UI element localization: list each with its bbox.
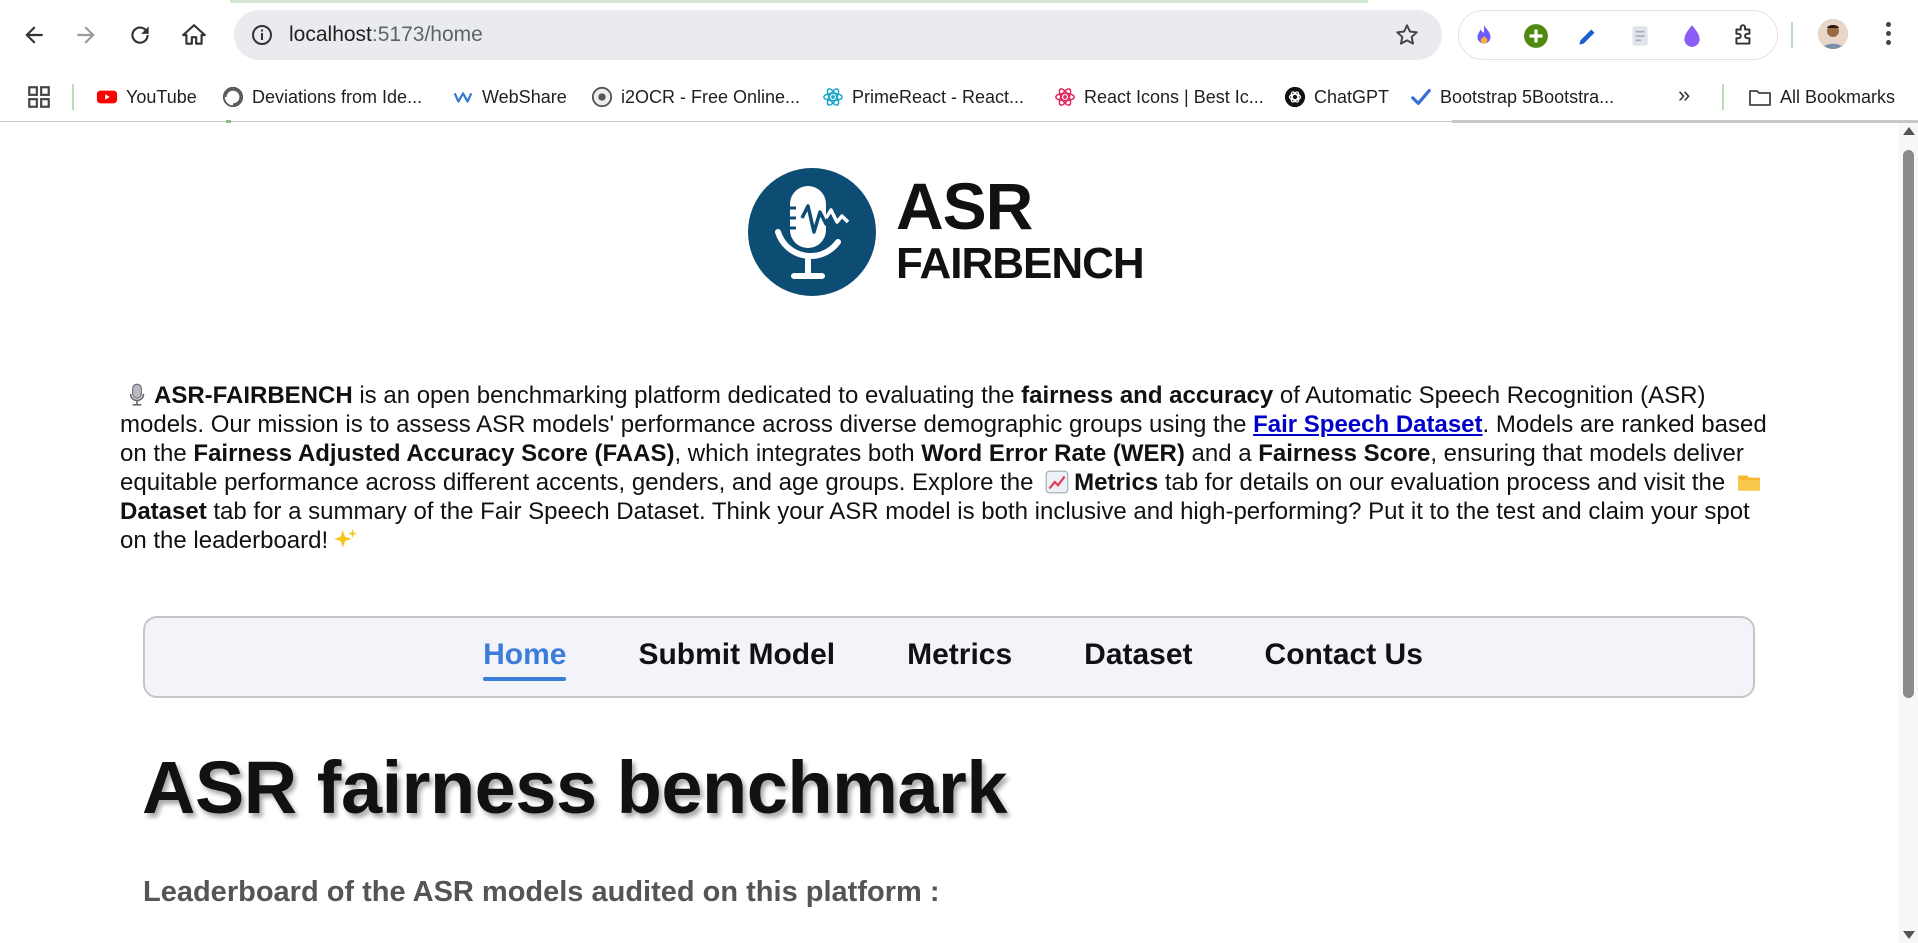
profile-avatar[interactable]	[1818, 19, 1848, 49]
intro-text: , which integrates both	[674, 440, 922, 467]
bookmark-label: React Icons | Best Ic...	[1084, 86, 1264, 107]
leaderboard-subtitle: Leaderboard of the ASR models audited on…	[143, 876, 940, 908]
load-progress-bar	[230, 0, 1368, 3]
bookmark-webshare[interactable]: WebShare	[452, 82, 567, 112]
arrow-left-icon	[25, 26, 43, 44]
microphone-logo-icon	[748, 168, 876, 296]
fair-speech-dataset-link[interactable]: Fair Speech Dataset	[1253, 411, 1482, 438]
main-navbar: Home Submit Model Metrics Dataset Contac…	[143, 616, 1755, 698]
intro-bold: Fairness Score	[1258, 440, 1431, 467]
page-title: ASR fairness benchmark	[142, 746, 1008, 829]
all-bookmarks-button[interactable]: All Bookmarks	[1748, 82, 1895, 112]
reload-button[interactable]	[120, 15, 160, 55]
checkmark-icon	[1410, 86, 1432, 108]
scroll-up-arrow[interactable]	[1903, 127, 1915, 135]
scroll-thumb[interactable]	[1903, 150, 1914, 698]
intro-text: tab for a summary of the Fair Speech Dat…	[120, 498, 1750, 554]
intro-text: is an open benchmarking platform dedicat…	[352, 382, 1022, 409]
youtube-icon	[96, 86, 118, 108]
flame-extension-icon[interactable]	[1471, 23, 1497, 49]
bookmark-deviations[interactable]: Deviations from Ide...	[222, 82, 422, 112]
url-path: :5173/home	[371, 23, 483, 46]
browser-menu-button[interactable]	[1876, 18, 1900, 52]
add-extension-icon[interactable]	[1523, 23, 1549, 49]
back-button[interactable]	[14, 15, 54, 55]
bookmarks-bar: YouTube Deviations from Ide... WebShare …	[0, 72, 1918, 122]
bookmark-youtube[interactable]: YouTube	[96, 82, 197, 112]
intro-bold: fairness and accuracy	[1021, 382, 1274, 409]
bookmark-label: PrimeReact - React...	[852, 86, 1025, 107]
address-bar[interactable]: localhost:5173/home	[234, 10, 1442, 60]
reload-icon	[131, 26, 149, 44]
chatgpt-icon	[1284, 86, 1306, 108]
bookmark-label: Bootstrap 5Bootstra...	[1440, 86, 1615, 107]
chart-emoji-icon	[1045, 470, 1069, 494]
bookmark-bootstrap[interactable]: Bootstrap 5Bootstra...	[1410, 82, 1614, 112]
nav-contact-us[interactable]: Contact Us	[1265, 638, 1423, 676]
intro-text: and a	[1184, 440, 1259, 467]
extensions-group	[1458, 10, 1778, 60]
nav-home[interactable]: Home	[483, 638, 567, 681]
more-bookmarks-button[interactable]: »	[1678, 82, 1690, 108]
bookmark-label: ChatGPT	[1314, 86, 1390, 107]
bookmarks-divider	[1722, 84, 1724, 110]
site-logo: ASR FAIRBENCH	[748, 168, 1158, 298]
intro-text: tab for details on our evaluation proces…	[1158, 469, 1732, 496]
pen-extension-icon[interactable]	[1575, 23, 1601, 49]
intro-brand: ASR-FAIRBENCH	[154, 382, 353, 409]
document-extension-icon[interactable]	[1627, 23, 1653, 49]
intro-bold: Fairness Adjusted Accuracy Score (FAAS)	[193, 440, 675, 467]
page-scrollbar[interactable]	[1898, 123, 1918, 943]
nav-metrics[interactable]: Metrics	[907, 638, 1012, 676]
swirl-icon	[222, 86, 244, 108]
intro-bold: Dataset	[120, 498, 207, 525]
scroll-down-arrow[interactable]	[1903, 931, 1915, 939]
url-text[interactable]: localhost:5173/home	[289, 23, 483, 47]
url-host: localhost	[289, 23, 372, 46]
bookmark-star-icon[interactable]	[1394, 22, 1420, 48]
arrow-right-icon	[77, 26, 95, 44]
bookmarks-divider	[72, 84, 74, 110]
puzzle-extensions-icon[interactable]	[1731, 23, 1757, 49]
browser-toolbar: localhost:5173/home	[0, 0, 1918, 72]
apps-grid-icon[interactable]	[26, 84, 52, 110]
sparkles-emoji-icon	[334, 529, 358, 548]
drop-extension-icon[interactable]	[1679, 23, 1705, 49]
home-icon	[182, 24, 206, 45]
folder-icon	[1749, 90, 1771, 106]
bookmark-i2ocr[interactable]: i2OCR - Free Online...	[591, 82, 800, 112]
microphone-emoji-icon	[129, 383, 145, 406]
site-info-icon[interactable]	[250, 23, 274, 47]
intro-bold: Word Error Rate (WER)	[921, 440, 1185, 467]
home-button[interactable]	[174, 15, 214, 55]
intro-paragraph: ASR-FAIRBENCH is an open benchmarking pl…	[120, 381, 1780, 555]
bookmark-chatgpt[interactable]: ChatGPT	[1284, 82, 1389, 112]
logo-title: ASR	[896, 169, 1033, 243]
folder-emoji-icon	[1738, 475, 1760, 491]
primereact-icon	[822, 86, 844, 108]
bookmark-label: i2OCR - Free Online...	[621, 86, 801, 107]
all-bookmarks-label: All Bookmarks	[1780, 86, 1896, 107]
bookmark-primereact[interactable]: PrimeReact - React...	[822, 82, 1024, 112]
bookmark-react-icons[interactable]: React Icons | Best Ic...	[1054, 82, 1264, 112]
intro-bold: Metrics	[1074, 469, 1159, 496]
i2ocr-icon	[591, 86, 613, 108]
bookmark-label: WebShare	[482, 86, 567, 107]
page-content: ASR FAIRBENCH ASR-FAIRBENCH is an open b…	[0, 123, 1898, 943]
bookmark-label: Deviations from Ide...	[252, 86, 423, 107]
logo-subtitle: FAIRBENCH	[896, 239, 1145, 288]
bookmark-label: YouTube	[126, 86, 197, 107]
forward-button[interactable]	[66, 15, 106, 55]
nav-submit-model[interactable]: Submit Model	[638, 638, 835, 676]
nav-dataset[interactable]: Dataset	[1084, 638, 1192, 676]
toolbar-divider	[1791, 22, 1793, 48]
webshare-icon	[452, 86, 474, 108]
profile-photo-icon	[1818, 19, 1848, 49]
react-icon	[1054, 86, 1076, 108]
